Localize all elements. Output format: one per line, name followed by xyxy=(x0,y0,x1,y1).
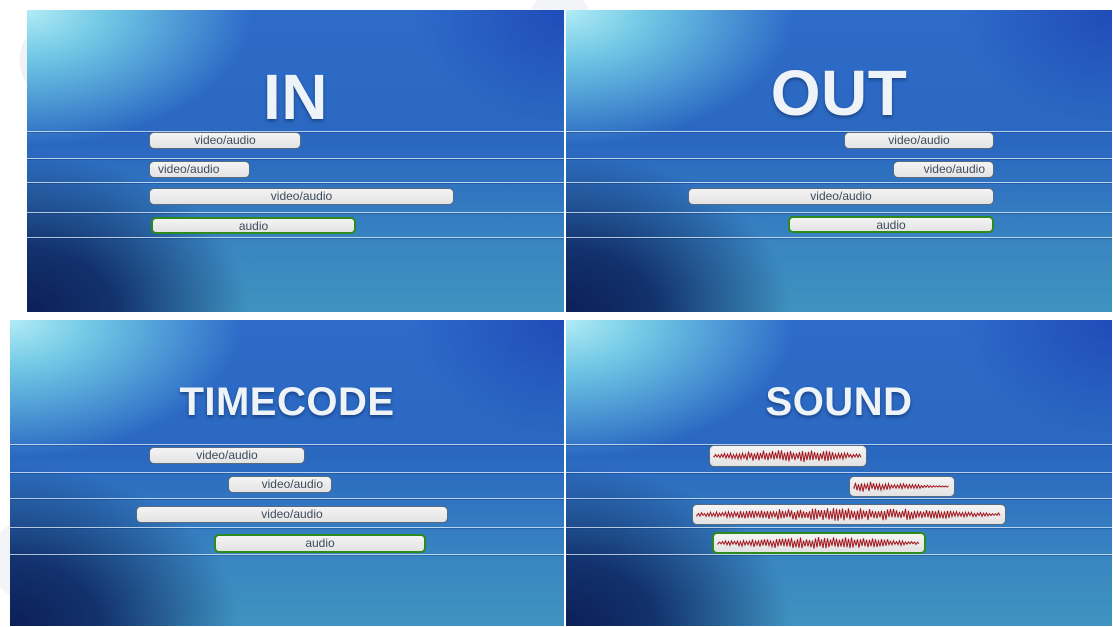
panel-title: SOUND xyxy=(765,380,913,424)
clip-audio[interactable]: audio xyxy=(214,534,426,553)
track-line xyxy=(566,472,1112,473)
track-line xyxy=(566,527,1112,528)
clip-waveform-audio[interactable] xyxy=(712,532,926,554)
panel-title: TIMECODE xyxy=(179,380,395,424)
clip-video-audio[interactable]: video/audio xyxy=(844,132,994,149)
panel-out: OUT video/audio video/audio video/audio … xyxy=(566,10,1112,312)
panel-title: IN xyxy=(263,61,328,133)
track-line xyxy=(566,158,1112,159)
clip-video-audio[interactable]: video/audio xyxy=(893,161,994,178)
waveform-graphic xyxy=(696,508,1001,521)
panel-timecode: TIMECODE video/audio video/audio video/a… xyxy=(10,320,564,626)
panel-in: IN video/audio video/audio video/audio a… xyxy=(27,10,564,312)
track-line xyxy=(27,212,564,213)
waveform-graphic xyxy=(713,450,862,463)
clip-audio[interactable]: audio xyxy=(788,216,994,233)
clip-audio[interactable]: audio xyxy=(151,217,356,234)
waveform-graphic xyxy=(717,537,920,549)
clip-video-audio[interactable]: video/audio xyxy=(149,447,305,464)
track-line xyxy=(566,237,1112,238)
clip-waveform[interactable] xyxy=(849,476,955,497)
track-line xyxy=(566,498,1112,499)
clip-waveform[interactable] xyxy=(692,504,1006,525)
panel-title: OUT xyxy=(770,57,908,129)
track-line xyxy=(10,498,564,499)
track-line xyxy=(566,182,1112,183)
track-line xyxy=(10,444,564,445)
track-line xyxy=(566,554,1112,555)
track-line xyxy=(10,527,564,528)
clip-video-audio[interactable]: video/audio xyxy=(136,506,448,523)
clip-video-audio[interactable]: video/audio xyxy=(228,476,332,493)
track-line xyxy=(27,158,564,159)
clip-video-audio[interactable]: video/audio xyxy=(688,188,994,205)
panel-sound: SOUND xyxy=(566,320,1112,626)
track-line xyxy=(27,182,564,183)
track-line xyxy=(27,237,564,238)
clip-video-audio[interactable]: video/audio xyxy=(149,132,301,149)
clip-video-audio[interactable]: video/audio xyxy=(149,188,454,205)
clip-waveform[interactable] xyxy=(709,445,867,467)
clip-video-audio[interactable]: video/audio xyxy=(149,161,250,178)
track-line xyxy=(10,554,564,555)
track-line xyxy=(566,212,1112,213)
track-line xyxy=(566,131,1112,132)
waveform-graphic xyxy=(853,481,949,493)
track-line xyxy=(10,472,564,473)
